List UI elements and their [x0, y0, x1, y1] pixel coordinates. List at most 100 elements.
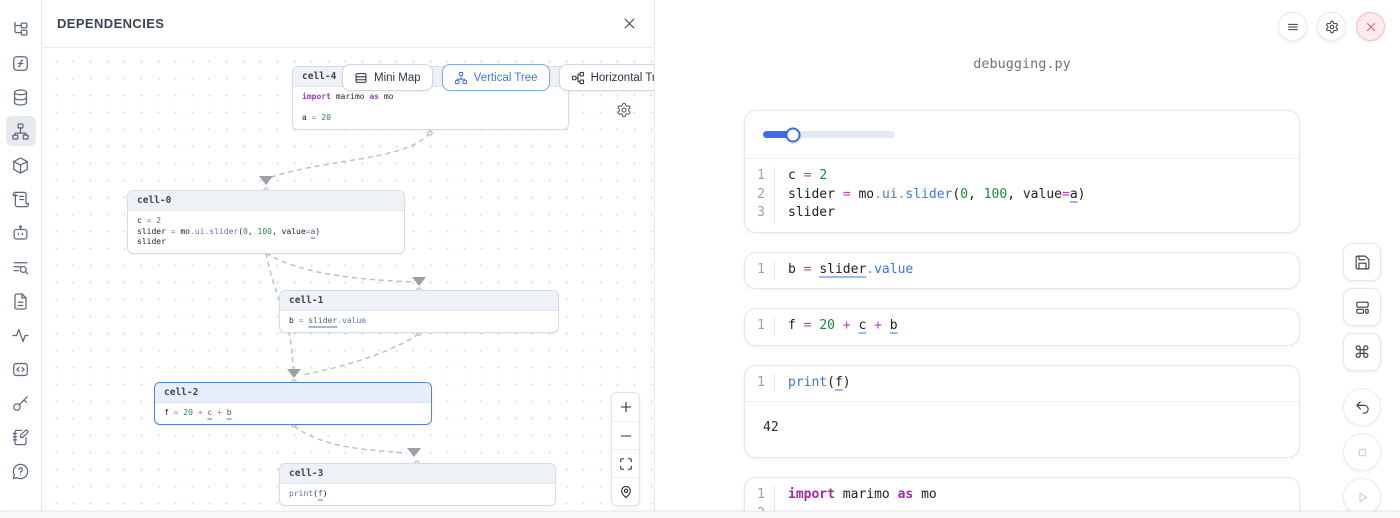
document-icon [11, 292, 30, 311]
tracing-activity-icon [11, 326, 30, 345]
zoom-out-button[interactable] [612, 421, 639, 449]
cell-card-f[interactable]: 1f = 20 + c + b [744, 308, 1300, 346]
shutdown-button[interactable] [1356, 12, 1385, 41]
sidebar-item-snippets[interactable] [6, 354, 36, 384]
cell-card-slider[interactable]: 1c = 22slider = mo.ui.slider(0, 100, val… [744, 110, 1300, 233]
sidebar-item-secrets[interactable] [6, 388, 36, 418]
cell-editor[interactable]: 1c = 22slider = mo.ui.slider(0, 100, val… [745, 159, 1299, 232]
sidebar-item-packages[interactable] [6, 150, 36, 180]
cell-editor[interactable]: 1f = 20 + c + b [745, 309, 1299, 345]
text-search-icon [11, 258, 30, 277]
sidebar-item-ai-chat[interactable] [6, 218, 36, 248]
footer-bar[interactable] [0, 511, 1400, 518]
play-icon [1354, 489, 1371, 506]
close-icon [622, 16, 637, 31]
sidebar-item-tracing[interactable] [6, 320, 36, 350]
panel-title: DEPENDENCIES [57, 16, 164, 31]
slider-widget[interactable] [763, 131, 895, 138]
gear-icon [1325, 20, 1339, 34]
mini-map-icon [354, 71, 368, 85]
cell-output-value: 42 [745, 401, 1299, 457]
zoom-in-button[interactable] [612, 393, 639, 421]
graph-node-cell-0[interactable]: cell-0 c = 2slider = mo.ui.slider(0, 100… [127, 190, 405, 254]
layout-icon [1354, 299, 1371, 316]
graph-settings-button[interactable] [616, 102, 632, 118]
notebook-settings-button[interactable] [1317, 12, 1346, 41]
snippets-code-icon [11, 360, 30, 379]
dependencies-panel: DEPENDENCIES [42, 0, 655, 518]
keyboard-shortcuts-button[interactable]: ⌘ [1343, 333, 1381, 371]
sidebar-item-function[interactable] [6, 48, 36, 78]
vertical-tree-button[interactable]: Vertical Tree [442, 64, 550, 91]
sidebar-item-dependencies[interactable] [6, 116, 36, 146]
fullscreen-icon [619, 457, 633, 471]
cell-card-b[interactable]: 1b = slider.value [744, 252, 1300, 290]
notebook-menu-button[interactable] [1278, 12, 1307, 41]
close-icon [1364, 20, 1378, 34]
node-title: cell-2 [155, 383, 431, 403]
sidebar-item-help[interactable] [6, 456, 36, 486]
map-pin-icon [619, 485, 633, 499]
graph-node-cell-3[interactable]: cell-3 print(f) [279, 463, 556, 506]
sidebar-item-documentation[interactable] [6, 286, 36, 316]
rail-gap [1343, 378, 1381, 381]
notebook-area: debugging.py 1c = 22slider = mo.ui.slide… [655, 0, 1400, 518]
node-code: print(f) [280, 484, 555, 505]
graph-node-cell-1[interactable]: cell-1 b = slider.value [279, 290, 559, 333]
activity-sidebar [0, 0, 42, 518]
notebook-header-buttons [1278, 12, 1385, 41]
sidebar-item-logs[interactable] [6, 184, 36, 214]
node-code: import marimo as moa = 20 [293, 87, 568, 129]
command-icon: ⌘ [1354, 344, 1371, 361]
notebook-cells: 1c = 22slider = mo.ui.slider(0, 100, val… [744, 110, 1300, 518]
database-icon [11, 88, 30, 107]
layout-button[interactable] [1343, 288, 1381, 326]
dependencies-panel-header: DEPENDENCIES [42, 0, 654, 48]
function-square-icon [11, 54, 30, 73]
cell-editor[interactable]: 1print(f) [745, 366, 1299, 402]
dependency-graph-icon [11, 122, 30, 141]
save-icon [1354, 254, 1371, 271]
package-icon [11, 156, 30, 175]
undo-button[interactable] [1343, 388, 1381, 426]
save-button[interactable] [1343, 243, 1381, 281]
cell-card-print[interactable]: 1print(f) 42 [744, 365, 1300, 459]
node-code: b = slider.value [280, 311, 558, 332]
horizontal-tree-button[interactable]: Horizontal Tree [559, 64, 654, 91]
menu-icon [1286, 20, 1300, 34]
sidebar-item-scratchpad[interactable] [6, 422, 36, 452]
stop-icon [1354, 444, 1371, 461]
slider-thumb[interactable] [786, 127, 801, 142]
sidebar-item-find-replace[interactable] [6, 252, 36, 282]
mini-map-button[interactable]: Mini Map [342, 64, 433, 91]
help-icon [11, 462, 30, 481]
logs-scroll-icon [11, 190, 30, 209]
chat-bot-icon [11, 224, 30, 243]
graph-node-cell-2[interactable]: cell-2 f = 20 + c + b [154, 382, 432, 425]
minus-icon [619, 429, 633, 443]
secrets-key-icon [11, 394, 30, 413]
sidebar-item-datasources[interactable] [6, 82, 36, 112]
center-selection-button[interactable] [612, 477, 639, 505]
notebook-action-rail: ⌘ [1343, 243, 1381, 516]
notebook-filename: debugging.py [744, 56, 1300, 72]
plus-icon [619, 400, 633, 414]
horizontal-tree-icon [571, 71, 585, 85]
fit-view-button[interactable] [612, 449, 639, 477]
vertical-tree-icon [454, 71, 468, 85]
graph-zoom-controls [611, 392, 640, 506]
dependency-graph-canvas[interactable]: Mini Map Vertical Tree Horizontal Tree c… [42, 49, 654, 518]
node-title: cell-1 [280, 291, 558, 311]
node-code: c = 2slider = mo.ui.slider(0, 100, value… [128, 211, 404, 253]
scratchpad-icon [11, 428, 30, 447]
node-title: cell-0 [128, 191, 404, 211]
graph-view-toggles: Mini Map Vertical Tree Horizontal Tree [342, 64, 654, 91]
close-panel-button[interactable] [622, 16, 637, 31]
node-title: cell-3 [280, 464, 555, 484]
stop-button[interactable] [1343, 433, 1381, 471]
file-tree-icon [11, 20, 30, 39]
cell-output-area [745, 111, 1299, 158]
gear-icon [616, 102, 632, 118]
sidebar-item-file-tree[interactable] [6, 14, 36, 44]
cell-editor[interactable]: 1b = slider.value [745, 253, 1299, 289]
